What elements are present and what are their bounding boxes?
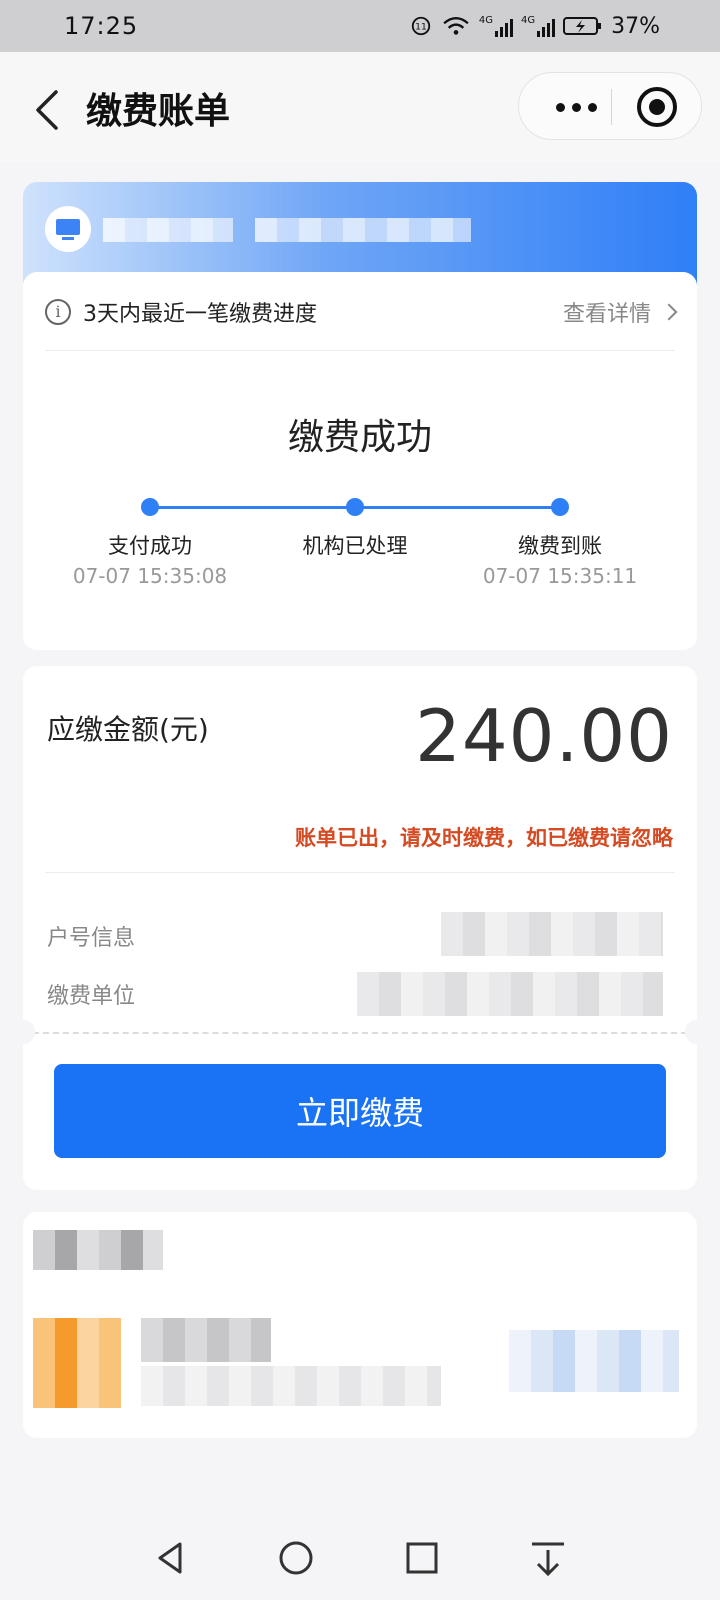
step-label-credited: 缴费到账 xyxy=(518,534,602,558)
back-chevron-icon[interactable] xyxy=(30,88,64,132)
account-info-label: 户号信息 xyxy=(47,926,136,951)
step-time-credited: 07-07 15:35:11 xyxy=(482,564,638,588)
view-details-link[interactable]: 查看详情 xyxy=(562,292,678,332)
step-dot-2 xyxy=(346,498,364,516)
redacted-promo-action[interactable] xyxy=(509,1330,679,1392)
status-bar: 17:25 11 4G 4G 37% xyxy=(0,0,720,52)
progress-notice-text: 3天内最近一笔缴费进度 xyxy=(83,302,317,327)
miniapp-capsule xyxy=(518,72,702,140)
promo-card xyxy=(23,1212,697,1438)
chevron-right-icon xyxy=(660,303,678,321)
data-saver-icon: 11 xyxy=(411,16,431,36)
amount-label: 应缴金额(元) xyxy=(47,713,209,746)
divider xyxy=(45,350,675,351)
redacted-promo-heading xyxy=(33,1230,163,1270)
redacted-promo-subtitle xyxy=(141,1366,441,1406)
billing-unit-label: 缴费单位 xyxy=(47,984,136,1009)
dashed-separator xyxy=(23,1032,697,1034)
payment-status-title: 缴费成功 xyxy=(287,417,432,458)
redacted-account-name xyxy=(103,218,233,242)
pay-now-button[interactable]: 立即缴费 xyxy=(54,1064,666,1158)
bill-card: 应缴金额(元) 240.00 账单已出，请及时缴费，如已缴费请忽略 户号信息 缴… xyxy=(11,666,709,1190)
step-label-paid: 支付成功 xyxy=(108,534,192,558)
view-details-label: 查看详情 xyxy=(562,302,651,327)
recents-square-icon[interactable] xyxy=(398,1534,446,1582)
status-icons: 11 4G 4G 37% xyxy=(409,14,660,39)
target-circle-icon[interactable] xyxy=(637,87,677,127)
wifi-icon xyxy=(443,17,469,35)
redacted-account-info xyxy=(441,912,663,956)
back-triangle-icon[interactable] xyxy=(148,1534,196,1582)
more-dots-icon[interactable] xyxy=(541,73,611,141)
battery-charging-icon xyxy=(563,17,602,35)
svg-text:11: 11 xyxy=(415,22,427,33)
redacted-billing-unit xyxy=(357,972,663,1016)
status-time: 17:25 xyxy=(64,12,139,40)
download-arrow-icon[interactable] xyxy=(524,1534,572,1582)
system-nav-bar xyxy=(0,1516,720,1600)
step-label-processed: 机构已处理 xyxy=(302,534,408,558)
home-circle-icon[interactable] xyxy=(272,1534,320,1582)
info-icon: i xyxy=(45,299,71,325)
divider xyxy=(45,872,675,873)
bill-warning: 账单已出，请及时缴费，如已缴费请忽略 xyxy=(295,826,673,850)
redacted-promo-image[interactable] xyxy=(33,1318,121,1408)
capsule-divider xyxy=(611,89,612,125)
step-dot-3 xyxy=(551,498,569,516)
redacted-account-number xyxy=(255,218,471,242)
redacted-promo-title xyxy=(141,1318,271,1362)
tv-icon xyxy=(45,206,91,252)
step-dot-1 xyxy=(141,498,159,516)
page-title: 缴费账单 xyxy=(86,91,231,132)
ticket-notch-right xyxy=(685,1020,709,1044)
page-header: 缴费账单 xyxy=(0,52,720,162)
amount-value: 240.00 xyxy=(415,694,673,778)
step-time-paid: 07-07 15:35:08 xyxy=(72,564,228,588)
signal-4g-icon: 4G xyxy=(521,15,556,37)
ticket-notch-left xyxy=(11,1020,35,1044)
payment-progress-card: i 3天内最近一笔缴费进度 查看详情 缴费成功 支付成功 07-07 15:35… xyxy=(23,272,697,650)
progress-notice-row: i 3天内最近一笔缴费进度 查看详情 xyxy=(45,292,678,332)
battery-percent: 37% xyxy=(611,13,660,39)
signal-4g-icon: 4G xyxy=(479,15,513,37)
